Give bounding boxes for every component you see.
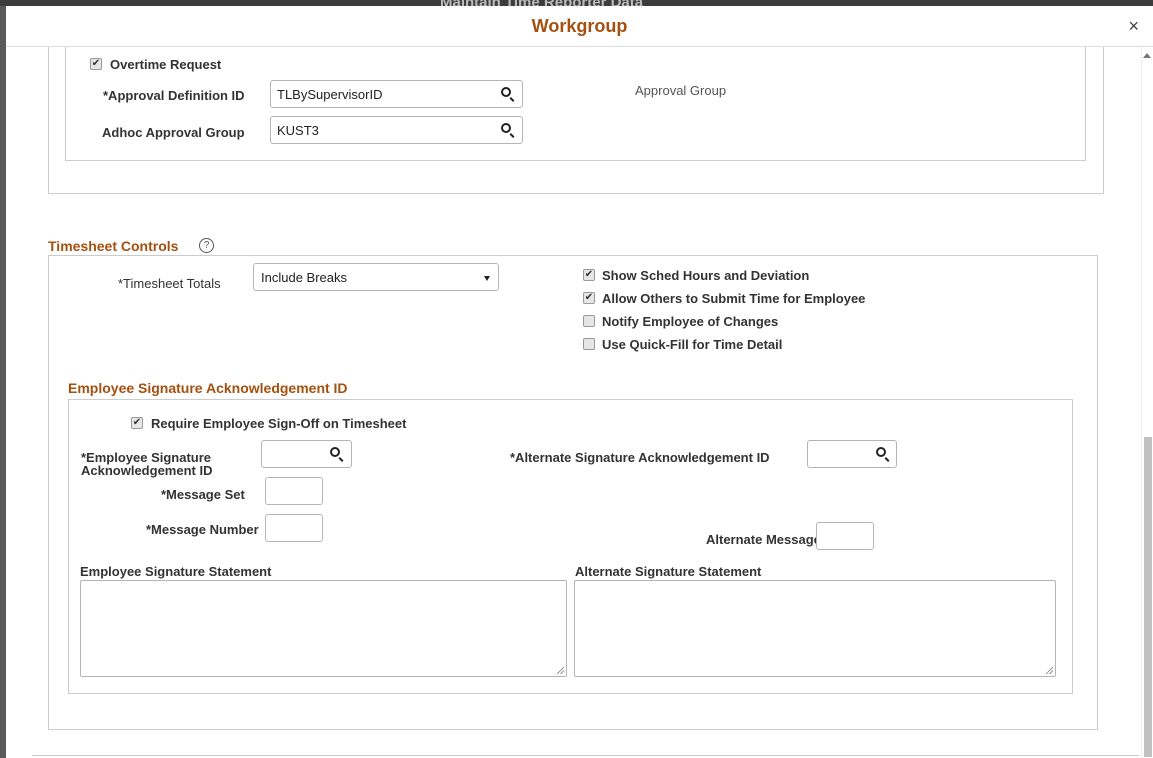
employee-signature-title: Employee Signature Acknowledgement ID	[68, 380, 348, 396]
alternate-message-input[interactable]	[816, 522, 874, 550]
notify-employee-checkbox[interactable]	[583, 315, 595, 327]
adhoc-approval-group-label: Adhoc Approval Group	[102, 125, 245, 140]
timesheet-totals-select[interactable]: Include Breaks	[253, 263, 499, 291]
adhoc-approval-group-value: KUST3	[277, 123, 319, 138]
search-icon[interactable]	[501, 87, 511, 97]
alternate-message-label: Alternate Message	[706, 532, 821, 547]
alternate-signature-id-input[interactable]	[807, 440, 897, 468]
workgroup-modal: Workgroup × ✔ Overtime Request *Approval…	[6, 6, 1153, 758]
approval-definition-label: *Approval Definition ID	[103, 88, 245, 103]
alternate-statement-textarea[interactable]	[574, 580, 1056, 677]
resize-handle-icon[interactable]	[557, 667, 564, 674]
approval-definition-value: TLBySupervisorID	[277, 87, 383, 102]
message-set-input[interactable]	[265, 477, 323, 505]
timesheet-totals-label: *Timesheet Totals	[118, 276, 221, 291]
scrollbar-thumb[interactable]	[1144, 437, 1152, 757]
resize-handle-icon[interactable]	[1046, 667, 1053, 674]
allow-others-submit-label: Allow Others to Submit Time for Employee	[602, 291, 866, 306]
search-icon[interactable]	[876, 447, 886, 457]
require-signoff-checkbox[interactable]: ✔	[131, 417, 143, 429]
modal-content: ✔ Overtime Request *Approval Definition …	[6, 47, 1153, 758]
close-icon[interactable]: ×	[1128, 16, 1139, 37]
modal-header: Workgroup ×	[6, 6, 1153, 47]
quick-fill-label: Use Quick-Fill for Time Detail	[602, 337, 783, 352]
notify-employee-label: Notify Employee of Changes	[602, 314, 779, 329]
timesheet-controls-title: Timesheet Controls	[48, 238, 179, 254]
require-signoff-label: Require Employee Sign-Off on Timesheet	[151, 416, 407, 431]
alternate-signature-id-label: *Alternate Signature Acknowledgement ID	[510, 450, 770, 465]
message-number-input[interactable]	[265, 514, 323, 542]
approval-definition-input[interactable]: TLBySupervisorID	[270, 80, 523, 108]
employee-statement-label: Employee Signature Statement	[80, 564, 272, 579]
show-sched-hours-label: Show Sched Hours and Deviation	[602, 268, 810, 283]
approval-group-label: Approval Group	[635, 83, 727, 98]
message-set-label: *Message Set	[161, 487, 245, 502]
timesheet-totals-value: Include Breaks	[261, 270, 347, 285]
modal-title: Workgroup	[531, 16, 628, 36]
employee-statement-textarea[interactable]	[80, 580, 567, 677]
scrollbar[interactable]	[1141, 47, 1153, 758]
scroll-up-icon[interactable]	[1143, 53, 1151, 58]
overtime-request-checkbox[interactable]: ✔	[90, 58, 102, 70]
alternate-statement-label: Alternate Signature Statement	[575, 564, 762, 579]
show-sched-hours-checkbox[interactable]: ✔	[583, 269, 595, 281]
employee-signature-id-label-2: Acknowledgement ID	[81, 463, 213, 478]
allow-others-submit-checkbox[interactable]: ✔	[583, 292, 595, 304]
employee-signature-id-input[interactable]	[261, 440, 352, 468]
search-icon[interactable]	[501, 123, 511, 133]
chevron-down-icon	[484, 276, 490, 281]
help-icon[interactable]: ?	[199, 238, 214, 253]
adhoc-approval-group-input[interactable]: KUST3	[270, 116, 523, 144]
bottom-divider	[32, 755, 1139, 756]
overtime-request-label: Overtime Request	[110, 57, 222, 72]
search-icon[interactable]	[330, 447, 340, 457]
quick-fill-checkbox[interactable]	[583, 338, 595, 350]
message-number-label: *Message Number	[146, 522, 259, 537]
